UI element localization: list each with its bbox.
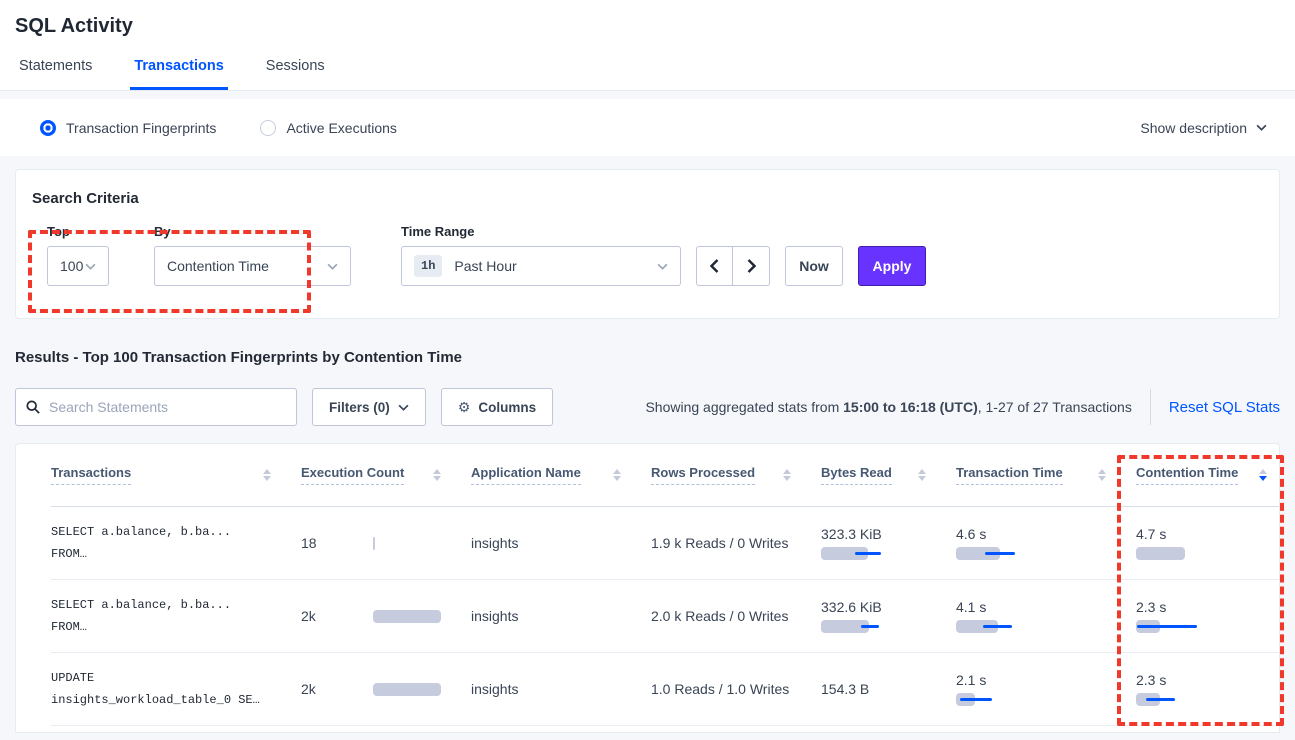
chevron-right-icon — [747, 259, 756, 273]
previous-time-range-button[interactable] — [697, 247, 733, 285]
tab-bar: Statements Transactions Sessions — [15, 58, 1280, 90]
chevron-left-icon — [710, 259, 719, 273]
now-button[interactable]: Now — [785, 246, 843, 286]
contention-time-cell: 4.7 s — [1136, 526, 1279, 560]
results-heading: Results - Top 100 Transaction Fingerprin… — [15, 349, 1280, 366]
chevron-down-icon — [85, 263, 96, 270]
column-header-transaction-time[interactable]: Transaction Time — [956, 465, 1136, 485]
application-name-cell: insights — [471, 608, 651, 624]
transaction-fingerprint-link[interactable]: SELECT a.balance, b.ba... FROM… — [51, 521, 301, 565]
transaction-fingerprint-link[interactable]: UPDATE insights_workload_table_0 SE… — [51, 667, 301, 711]
search-criteria-card: Search Criteria Top 100 By Contention Ti… — [15, 169, 1280, 319]
chevron-down-icon — [1256, 124, 1267, 131]
column-header-application-name[interactable]: Application Name — [471, 465, 651, 485]
rows-processed-cell: 1.0 Reads / 1.0 Writes — [651, 681, 821, 697]
top-select-value: 100 — [60, 258, 83, 274]
bytes-read-cell: 323.3 KiB — [821, 526, 956, 560]
application-name-cell: insights — [471, 681, 651, 697]
tab-statements[interactable]: Statements — [15, 58, 96, 90]
table-row: SELECT a.balance, b.ba... FROM… 18 insig… — [51, 507, 1279, 580]
application-name-cell: insights — [471, 535, 651, 551]
time-range-value: Past Hour — [454, 258, 516, 274]
column-header-execution-count[interactable]: Execution Count — [301, 465, 471, 485]
transactions-table: Transactions Execution Count Application… — [15, 443, 1280, 733]
search-statements-box — [15, 388, 297, 426]
table-header-row: Transactions Execution Count Application… — [51, 444, 1279, 507]
chevron-down-icon — [327, 263, 338, 270]
time-range-label: Time Range — [401, 224, 681, 239]
search-criteria-heading: Search Criteria — [32, 190, 1263, 207]
transaction-time-cell: 4.1 s — [956, 599, 1136, 633]
time-range-pager — [696, 246, 770, 286]
rows-processed-cell: 1.9 k Reads / 0 Writes — [651, 535, 821, 551]
sort-icon — [433, 469, 441, 481]
reset-sql-stats-link[interactable]: Reset SQL Stats — [1169, 399, 1280, 416]
show-description-label: Show description — [1140, 120, 1247, 136]
execution-count-cell: 2k — [301, 608, 471, 624]
apply-button[interactable]: Apply — [858, 246, 926, 286]
chevron-down-icon — [398, 404, 409, 411]
radio-transaction-fingerprints[interactable]: Transaction Fingerprints — [40, 120, 216, 136]
by-label: By — [154, 224, 351, 239]
filters-label: Filters (0) — [329, 400, 390, 415]
rows-processed-cell: 2.0 k Reads / 0 Writes — [651, 608, 821, 624]
transaction-fingerprint-link[interactable]: SELECT a.balance, b.ba... FROM… — [51, 594, 301, 638]
search-icon — [26, 400, 40, 414]
sort-icon — [613, 469, 621, 481]
transaction-time-cell: 2.1 s — [956, 672, 1136, 706]
contention-time-cell: 2.3 s — [1136, 599, 1279, 633]
sort-icon — [918, 469, 926, 481]
sort-icon-active-desc — [1259, 469, 1267, 481]
tab-sessions[interactable]: Sessions — [262, 58, 329, 90]
sort-icon — [783, 469, 791, 481]
page-header: SQL Activity Statements Transactions Ses… — [0, 0, 1295, 91]
divider — [1150, 389, 1151, 425]
columns-button[interactable]: ⚙ Columns — [441, 388, 553, 426]
by-select[interactable]: Contention Time — [154, 246, 351, 286]
table-row: SELECT a.balance, b.ba... FROM… 2k insig… — [51, 580, 1279, 653]
transaction-time-cell: 4.6 s — [956, 526, 1136, 560]
radio-active-executions[interactable]: Active Executions — [260, 120, 397, 136]
results-toolbar: Filters (0) ⚙ Columns Showing aggregated… — [15, 388, 1280, 426]
sort-icon — [1098, 469, 1106, 481]
radio-selected-icon — [40, 120, 56, 136]
page-title: SQL Activity — [15, 15, 1280, 38]
sort-icon — [263, 469, 271, 481]
show-description-toggle[interactable]: Show description — [1140, 120, 1267, 136]
column-header-rows-processed[interactable]: Rows Processed — [651, 465, 821, 485]
execution-count-cell: 2k — [301, 681, 471, 697]
execution-count-cell: 18 — [301, 535, 471, 551]
search-statements-input[interactable] — [49, 399, 286, 415]
tab-transactions[interactable]: Transactions — [130, 58, 227, 90]
next-time-range-button[interactable] — [733, 247, 769, 285]
bytes-read-cell: 332.6 KiB — [821, 599, 956, 633]
top-label: Top — [47, 224, 109, 239]
time-range-select[interactable]: 1h Past Hour — [401, 246, 681, 286]
columns-label: Columns — [478, 400, 536, 415]
column-header-contention-time[interactable]: Contention Time — [1136, 465, 1279, 485]
chevron-down-icon — [657, 263, 668, 270]
bytes-read-cell: 154.3 B — [821, 681, 956, 697]
gear-icon: ⚙ — [458, 399, 471, 416]
radio-label: Transaction Fingerprints — [66, 120, 216, 136]
aggregated-stats-note: Showing aggregated stats from 15:00 to 1… — [645, 399, 1131, 415]
column-header-transactions[interactable]: Transactions — [51, 465, 301, 485]
contention-time-cell: 2.3 s — [1136, 672, 1279, 706]
column-header-bytes-read[interactable]: Bytes Read — [821, 465, 956, 485]
top-select[interactable]: 100 — [47, 246, 109, 286]
table-row: UPDATE insights_workload_table_0 SE… 2k … — [51, 653, 1279, 726]
by-select-value: Contention Time — [167, 258, 269, 274]
radio-unselected-icon — [260, 120, 276, 136]
radio-label: Active Executions — [286, 120, 397, 136]
filters-button[interactable]: Filters (0) — [312, 388, 426, 426]
time-range-badge: 1h — [414, 255, 442, 277]
view-toggle-bar: Transaction Fingerprints Active Executio… — [0, 99, 1295, 156]
